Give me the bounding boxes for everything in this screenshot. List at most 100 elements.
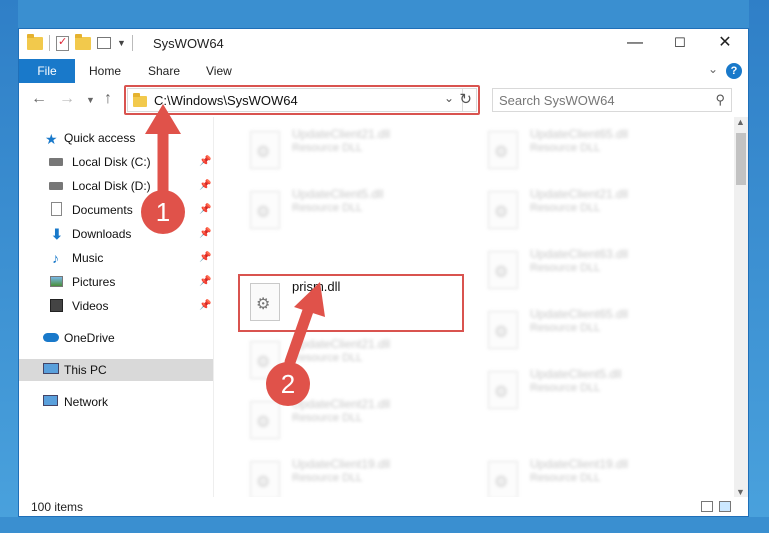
search-input[interactable]: Search SysWOW64	[499, 93, 615, 108]
title-bar: ▼ SysWOW64 — ☐ ✕	[19, 29, 748, 59]
sidebar-item-this-pc[interactable]: This PC	[19, 359, 213, 381]
file-item[interactable]: UpdateClient21.dll Resource DLL	[242, 335, 462, 387]
pin-icon[interactable]: 📌	[199, 271, 211, 293]
file-type: Resource DLL	[292, 202, 363, 214]
file-item[interactable]: UpdateClient65.dll Resource DLL	[480, 305, 700, 357]
dll-file-icon	[250, 131, 280, 169]
details-view-icon[interactable]	[701, 501, 713, 512]
sidebar-item-pictures[interactable]: Pictures 📌	[19, 271, 213, 293]
sidebar-item-label: Local Disk (D:)	[72, 179, 151, 193]
file-name: UpdateClient21.dll	[530, 187, 629, 201]
file-name: UpdateClient19.dll	[530, 457, 629, 471]
dll-file-icon	[488, 461, 518, 497]
sidebar-item-onedrive[interactable]: OneDrive	[19, 327, 213, 349]
file-type: Resource DLL	[292, 352, 363, 364]
drive-icon	[49, 158, 63, 166]
help-icon[interactable]: ?	[726, 63, 742, 79]
pin-icon[interactable]: 📌	[199, 247, 211, 269]
tab-file[interactable]: File	[19, 59, 75, 83]
sidebar-item-label: Network	[64, 395, 109, 409]
computer-icon	[43, 363, 59, 374]
file-name: UpdateClient63.dll	[530, 247, 629, 261]
sidebar-item-downloads[interactable]: ⬇ Downloads 📌	[19, 223, 213, 245]
file-type: Resource DLL	[292, 412, 363, 424]
sidebar-item-local-disk-c[interactable]: Local Disk (C:) 📌	[19, 151, 213, 173]
file-type: Resource DLL	[530, 202, 601, 214]
file-name: UpdateClient21.dll	[292, 397, 391, 411]
large-icons-view-icon[interactable]	[719, 501, 731, 512]
file-name: UpdateClient21.dll	[292, 127, 391, 141]
tab-view[interactable]: View	[206, 59, 232, 83]
file-item[interactable]: UpdateClient21.dll Resource DLL	[480, 185, 700, 237]
sidebar-item-documents[interactable]: Documents 📌	[19, 199, 213, 221]
pin-icon[interactable]: 📌	[199, 223, 211, 245]
cloud-icon	[43, 333, 59, 342]
item-count: 100 items	[31, 500, 84, 514]
window-title: SysWOW64	[153, 36, 224, 51]
navigation-bar: ← → ▼ ↑ C:\Windows\SysWOW64 ⌄ ↻ Search S…	[19, 83, 748, 117]
scroll-down-icon[interactable]: ▼	[736, 487, 745, 497]
quick-access-toolbar: ▼	[27, 33, 133, 51]
file-item[interactable]: UpdateClient63.dll Resource DLL	[480, 245, 700, 297]
forward-arrow-icon[interactable]: →	[59, 90, 75, 108]
tab-home[interactable]: Home	[89, 59, 121, 83]
file-item[interactable]: UpdateClient21.dll Resource DLL	[242, 125, 462, 177]
sidebar-item-label: Videos	[72, 299, 109, 313]
sidebar-item-videos[interactable]: Videos 📌	[19, 295, 213, 317]
file-name: UpdateClient65.dll	[530, 307, 629, 321]
pin-icon[interactable]: 📌	[199, 151, 211, 173]
tab-share[interactable]: Share	[148, 59, 180, 83]
close-button[interactable]: ✕	[702, 29, 748, 59]
minimize-button[interactable]: —	[612, 29, 658, 59]
dll-file-icon	[488, 251, 518, 289]
status-bar: 100 items	[19, 497, 748, 516]
videos-icon	[50, 299, 63, 312]
recent-locations-icon[interactable]: ▼	[86, 95, 95, 105]
search-icon[interactable]: ⚲	[715, 92, 725, 108]
file-item[interactable]: UpdateClient5.dll Resource DLL	[242, 185, 462, 237]
dll-file-icon	[250, 401, 280, 439]
desktop-background-left	[0, 0, 18, 533]
scroll-up-icon[interactable]: ▲	[736, 117, 745, 127]
file-item[interactable]: UpdateClient65.dll Resource DLL	[480, 125, 700, 177]
drive-icon	[49, 182, 63, 190]
sidebar-item-network[interactable]: Network	[19, 391, 213, 413]
file-item[interactable]: UpdateClient5.dll Resource DLL	[480, 365, 700, 417]
qat-dropdown-icon[interactable]: ▼	[117, 38, 126, 48]
file-item[interactable]: UpdateClient19.dll Resource DLL	[480, 455, 700, 497]
properties-icon[interactable]	[56, 35, 69, 51]
customize-icon[interactable]	[97, 37, 111, 49]
back-arrow-icon[interactable]: ←	[31, 90, 47, 108]
toolbar-divider	[131, 35, 133, 51]
file-name: UpdateClient21.dll	[292, 337, 391, 351]
file-type: Resource DLL	[292, 142, 363, 154]
scrollbar-thumb[interactable]	[736, 133, 746, 185]
music-icon: ♪	[52, 250, 59, 266]
dll-file-icon	[250, 191, 280, 229]
search-box[interactable]: Search SysWOW64 ⚲	[492, 88, 732, 112]
expand-ribbon-icon[interactable]: ⌄	[708, 62, 718, 76]
sidebar-item-music[interactable]: ♪ Music 📌	[19, 247, 213, 269]
dll-file-icon	[488, 191, 518, 229]
maximize-button[interactable]: ☐	[657, 29, 703, 59]
file-type: Resource DLL	[292, 472, 363, 484]
dll-file-icon	[488, 311, 518, 349]
file-list: UpdateClient21.dll Resource DLL UpdateCl…	[214, 117, 734, 497]
pin-icon[interactable]: 📌	[199, 199, 211, 221]
pin-icon[interactable]: 📌	[199, 175, 211, 197]
sidebar-item-label: OneDrive	[64, 331, 115, 345]
file-item[interactable]: UpdateClient19.dll Resource DLL	[242, 455, 462, 497]
pin-icon[interactable]: 📌	[199, 295, 211, 317]
file-item[interactable]: UpdateClient21.dll Resource DLL	[242, 395, 462, 447]
sidebar-item-local-disk-d[interactable]: Local Disk (D:) 📌	[19, 175, 213, 197]
file-type: Resource DLL	[530, 142, 601, 154]
address-highlight-box	[124, 85, 480, 115]
ribbon-tabs: File Home Share View ⌄ ?	[19, 59, 748, 84]
documents-icon	[51, 202, 62, 216]
up-arrow-icon[interactable]: ↑	[104, 90, 112, 108]
sidebar-item-label: This PC	[64, 363, 107, 377]
folder-icon[interactable]	[27, 33, 43, 50]
new-folder-icon[interactable]	[75, 33, 91, 50]
sidebar-item-quick-access[interactable]: ★ Quick access	[19, 127, 213, 149]
vertical-scrollbar[interactable]: ▲ ▼	[734, 117, 748, 497]
